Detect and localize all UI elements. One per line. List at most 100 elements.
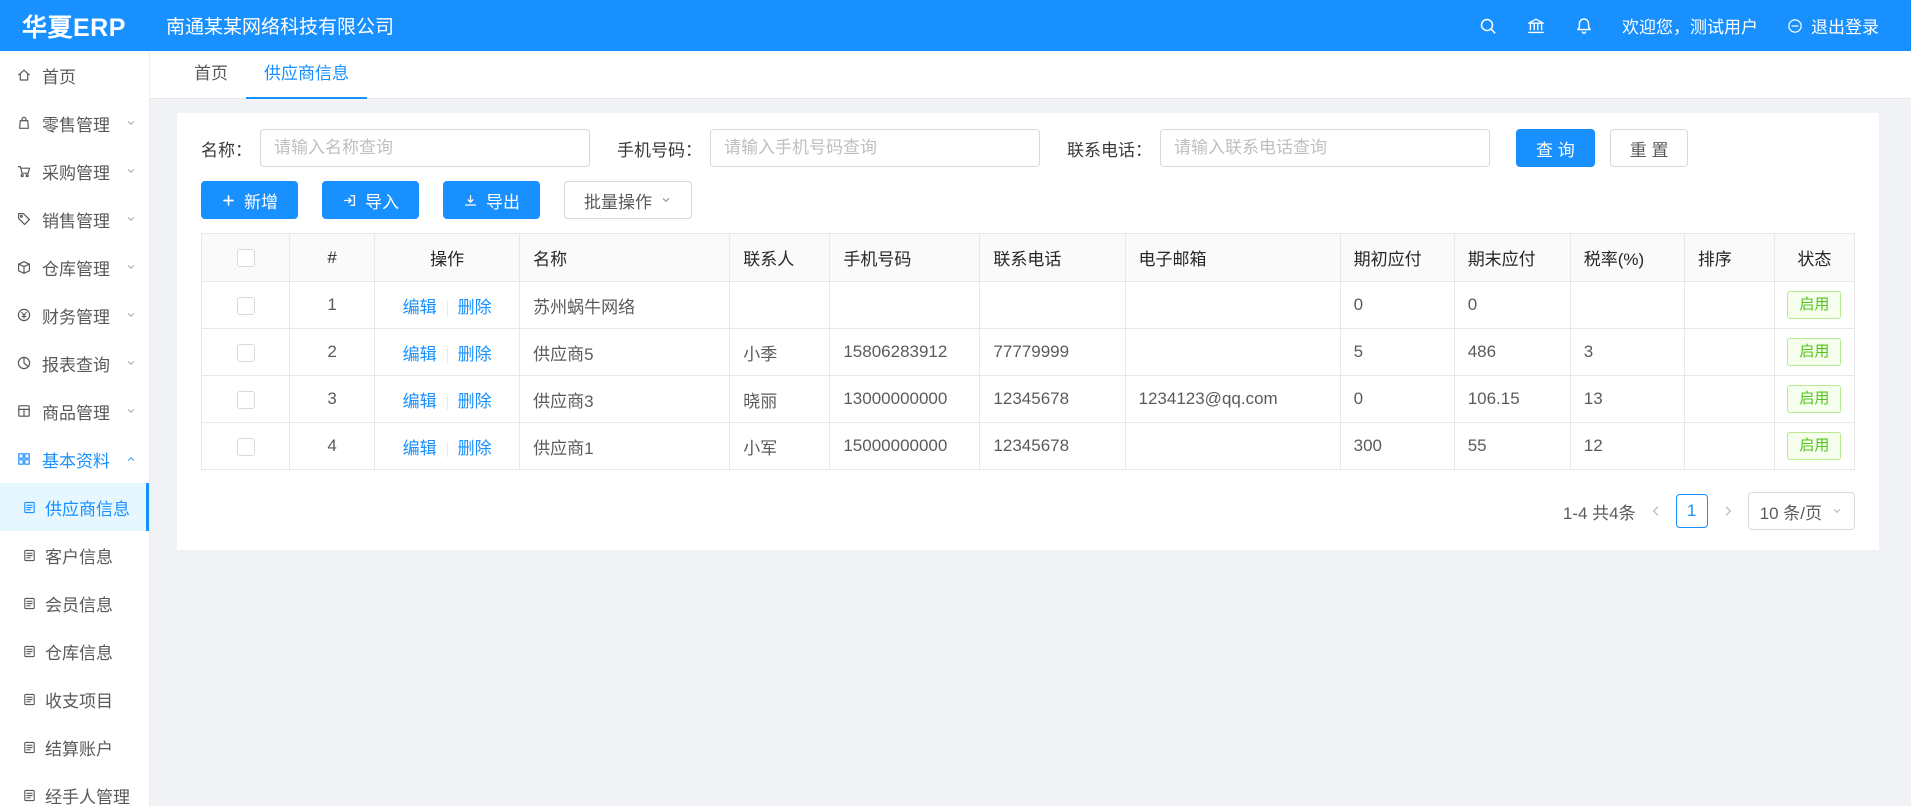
sidebar-item[interactable]: 基本资料 (0, 435, 149, 483)
sidebar-subitem[interactable]: 结算账户 (0, 723, 149, 771)
checkbox-cell (202, 423, 290, 470)
status-cell: 启用 (1774, 282, 1854, 329)
cell-mobile (830, 282, 980, 329)
cell-name: 供应商3 (520, 376, 730, 423)
reset-button[interactable]: 重 置 (1610, 129, 1689, 167)
sidebar-item[interactable]: 财务管理 (0, 291, 149, 339)
chevron-down-icon (125, 261, 137, 273)
sidebar-subitem[interactable]: 客户信息 (0, 531, 149, 579)
column-header: 排序 (1684, 234, 1774, 282)
sidebar-subitem[interactable]: 供应商信息 (0, 483, 149, 531)
pagination-total: 1-4 共4条 (1563, 499, 1636, 524)
sales-icon (16, 211, 32, 227)
filter-input-2[interactable] (1160, 129, 1490, 167)
logout-button[interactable]: 退出登录 (1786, 13, 1879, 38)
filter-input-0[interactable] (260, 129, 590, 167)
row-checkbox[interactable] (237, 438, 255, 456)
delete-link[interactable]: 删除 (458, 439, 492, 458)
warehouse-icon (16, 259, 32, 275)
sidebar-item[interactable]: 采购管理 (0, 147, 149, 195)
sidebar-item[interactable]: 首页 (0, 51, 149, 99)
logout-icon (1786, 17, 1804, 35)
filter-input-1[interactable] (710, 129, 1040, 167)
doc-icon (22, 692, 37, 707)
cell-contact: 小季 (730, 329, 830, 376)
current-page[interactable]: 1 (1676, 494, 1708, 528)
doc-icon (22, 596, 37, 611)
checkbox-cell (202, 329, 290, 376)
header-actions: 欢迎您，测试用户 退出登录 (1478, 13, 1911, 38)
delete-link[interactable]: 删除 (458, 345, 492, 364)
tab-1[interactable]: 供应商信息 (246, 51, 367, 99)
tab-0[interactable]: 首页 (176, 51, 246, 99)
cell-contact: 小军 (730, 423, 830, 470)
sidebar-item[interactable]: 销售管理 (0, 195, 149, 243)
export-button[interactable]: 导出 (443, 181, 540, 219)
edit-link[interactable]: 编辑 (403, 298, 437, 317)
add-button-label: 新增 (244, 188, 278, 213)
row-checkbox[interactable] (237, 297, 255, 315)
bank-icon[interactable] (1526, 16, 1546, 36)
add-button[interactable]: 新增 (201, 181, 298, 219)
sidebar-subitem[interactable]: 收支项目 (0, 675, 149, 723)
column-header: 操作 (375, 234, 520, 282)
export-button-label: 导出 (486, 188, 520, 213)
delete-link[interactable]: 删除 (458, 298, 492, 317)
sidebar-subitem-label: 结算账户 (45, 735, 113, 760)
chevron-down-icon (125, 405, 137, 417)
delete-link[interactable]: 删除 (458, 392, 492, 411)
cell-contact: 晓丽 (730, 376, 830, 423)
sidebar-subitem[interactable]: 经手人管理 (0, 771, 149, 806)
ops-cell: 编辑 删除 (375, 282, 520, 329)
ops-cell: 编辑 删除 (375, 423, 520, 470)
search-button[interactable]: 查 询 (1516, 129, 1595, 167)
search-icon[interactable] (1478, 16, 1498, 36)
next-page-button[interactable] (1721, 504, 1735, 518)
sidebar-item[interactable]: 报表查询 (0, 339, 149, 387)
sidebar-subitem-label: 客户信息 (45, 543, 113, 568)
export-icon (463, 193, 478, 208)
row-checkbox[interactable] (237, 344, 255, 362)
filter-label: 手机号码： (617, 136, 702, 161)
tab-label: 供应商信息 (264, 64, 349, 83)
edit-link[interactable]: 编辑 (403, 439, 437, 458)
cell-opening-payable: 300 (1340, 423, 1454, 470)
bell-icon[interactable] (1574, 16, 1594, 36)
welcome-user[interactable]: 欢迎您，测试用户 (1622, 13, 1758, 38)
cell-opening-payable: 0 (1340, 282, 1454, 329)
goods-icon (16, 403, 32, 419)
batch-actions-button[interactable]: 批量操作 (564, 181, 692, 219)
tab-label: 首页 (194, 64, 228, 83)
chevron-down-icon (125, 309, 137, 321)
sidebar-subitem-label: 收支项目 (45, 687, 113, 712)
sidebar-subitem[interactable]: 仓库信息 (0, 627, 149, 675)
cell-closing-payable: 486 (1454, 329, 1570, 376)
chevron-up-icon (125, 453, 137, 465)
import-button[interactable]: 导入 (322, 181, 419, 219)
row-checkbox[interactable] (237, 391, 255, 409)
cell-email (1125, 423, 1340, 470)
report-icon (16, 355, 32, 371)
page-size-select[interactable]: 10 条/页 (1748, 492, 1855, 530)
app-logo: 华夏ERP (0, 8, 150, 44)
sidebar-subitem[interactable]: 会员信息 (0, 579, 149, 627)
filter-label: 联系电话： (1067, 136, 1152, 161)
sidebar-item[interactable]: 仓库管理 (0, 243, 149, 291)
column-header: # (290, 234, 375, 282)
sidebar-subitem-label: 经手人管理 (45, 783, 130, 806)
select-all-checkbox[interactable] (237, 249, 255, 267)
prev-page-button[interactable] (1649, 504, 1663, 518)
sidebar-item[interactable]: 零售管理 (0, 99, 149, 147)
sidebar-item-label: 仓库管理 (42, 255, 110, 280)
edit-link[interactable]: 编辑 (403, 392, 437, 411)
doc-icon (22, 740, 37, 755)
cell-tax-rate: 12 (1570, 423, 1684, 470)
table-row: 2编辑删除供应商5小季158062839127777999954863启用 (202, 329, 1855, 376)
sidebar-item[interactable]: 商品管理 (0, 387, 149, 435)
cell-sort (1684, 329, 1774, 376)
cell-phone (980, 282, 1125, 329)
main-area: 首页供应商信息 名称：手机号码：联系电话： 查 询 重 置 新增 导入 导出 (150, 51, 1911, 806)
retail-icon (16, 115, 32, 131)
ops-cell: 编辑 删除 (375, 376, 520, 423)
edit-link[interactable]: 编辑 (403, 345, 437, 364)
